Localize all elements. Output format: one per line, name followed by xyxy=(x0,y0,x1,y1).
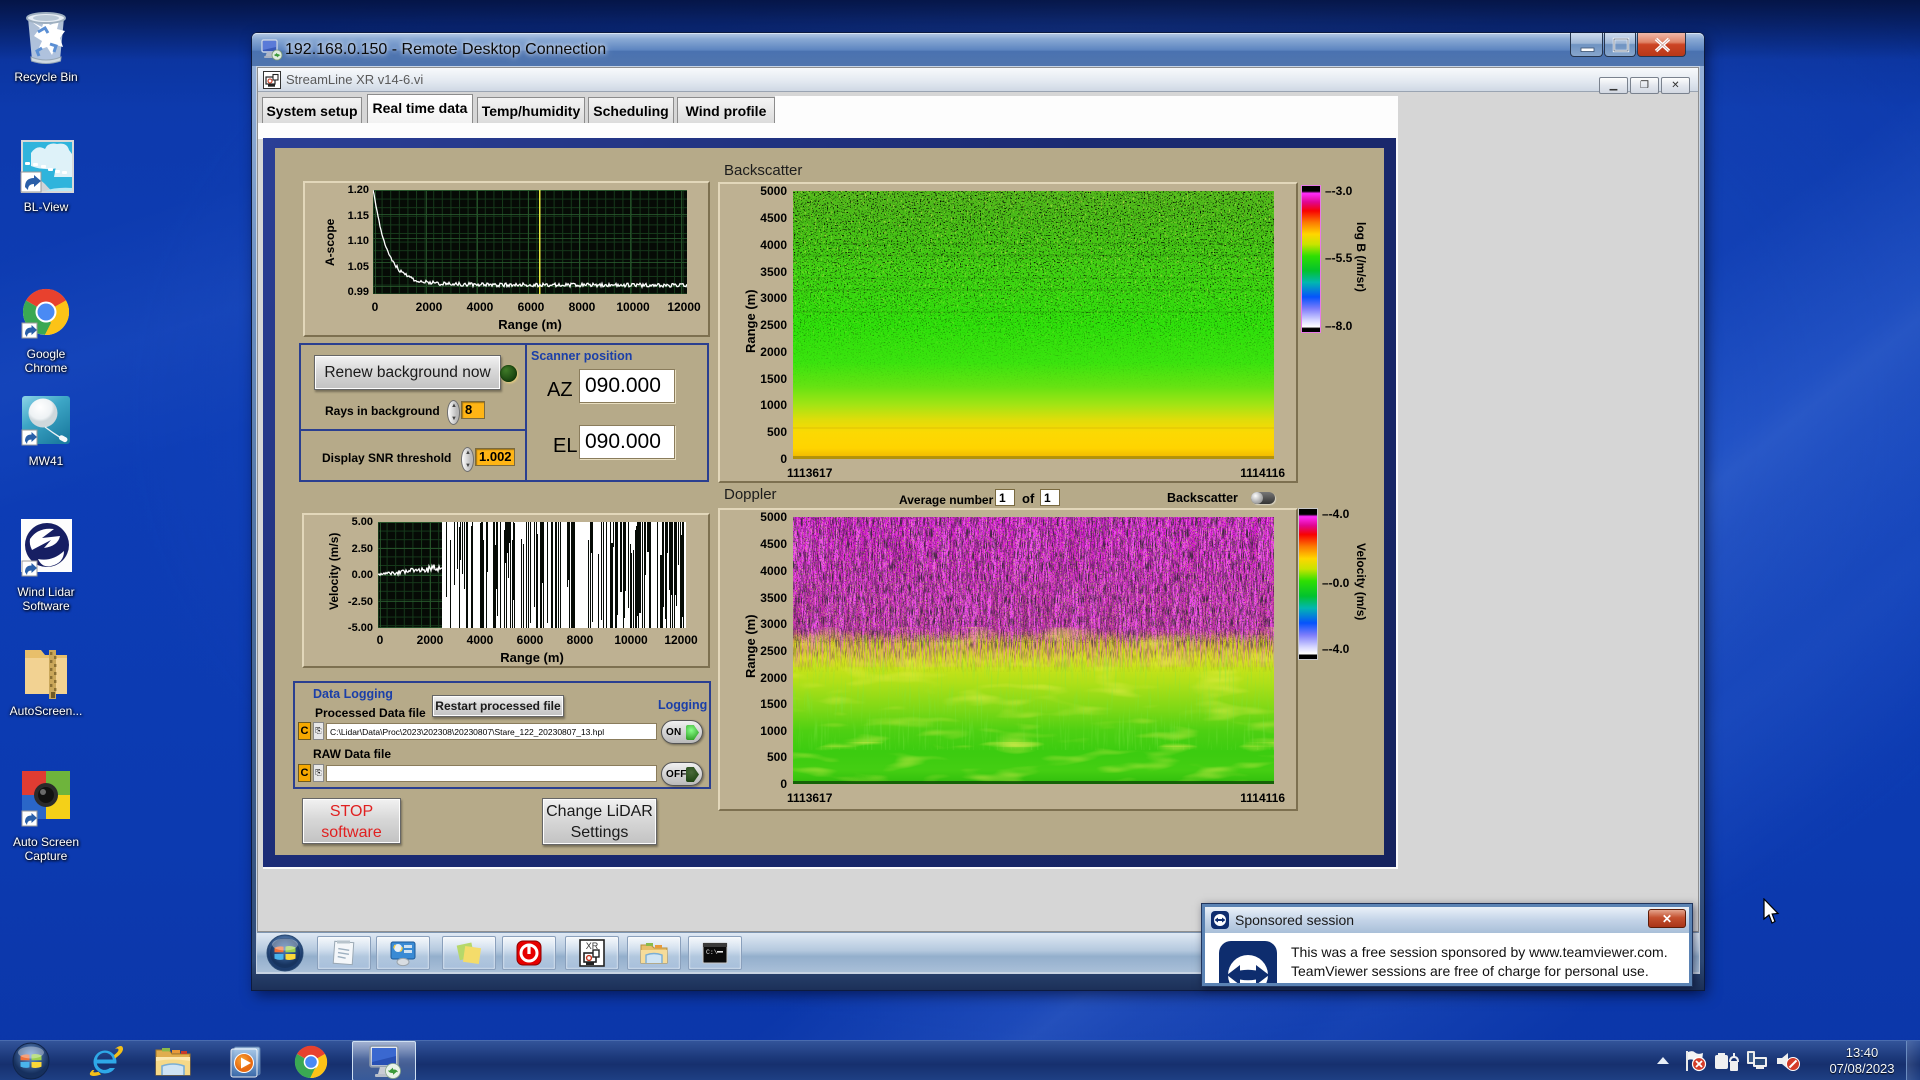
svg-text:C:\: C:\ xyxy=(706,949,718,956)
